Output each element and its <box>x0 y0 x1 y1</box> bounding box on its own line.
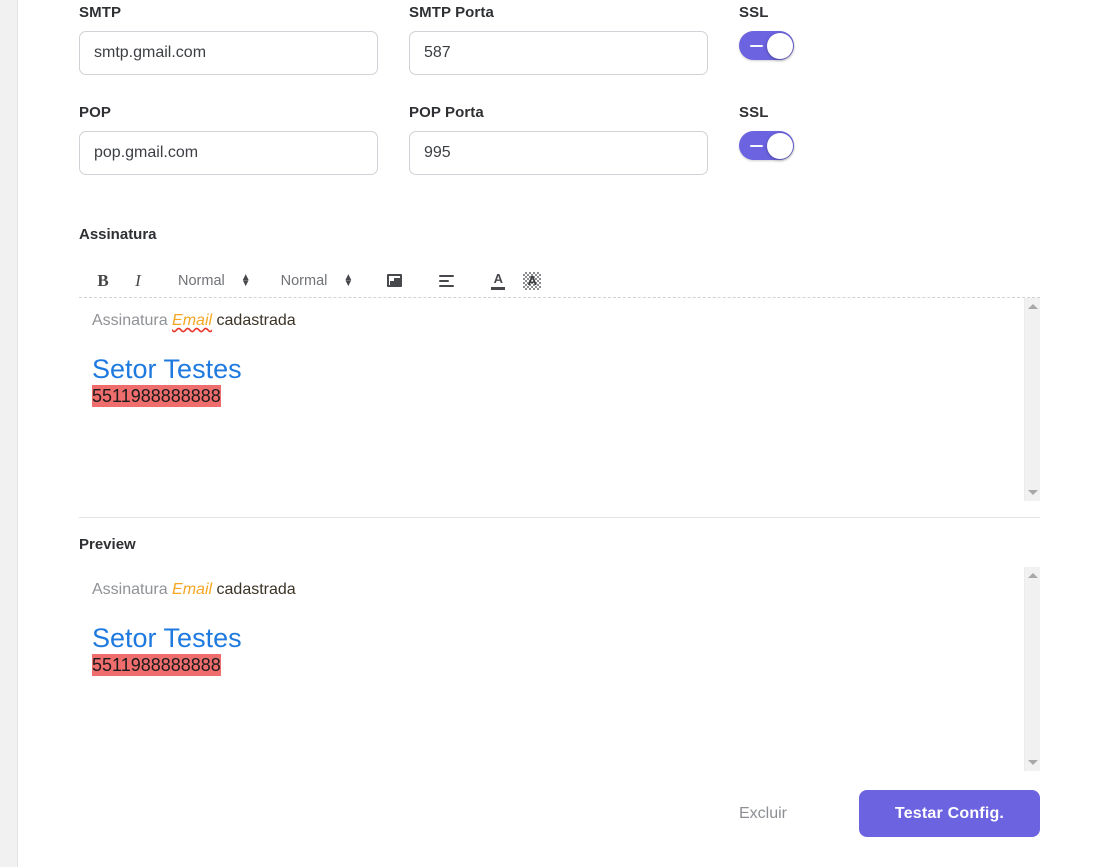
form-footer: Excluir Testar Config. <box>79 790 1040 837</box>
preview-divider <box>79 517 1040 518</box>
chevron-updown-icon: ▲ ▼ <box>240 271 251 289</box>
signature-word-assinatura: Assinatura <box>92 312 168 329</box>
align-icon <box>438 274 454 287</box>
signature-editor-toolbar: B I Normal ▲ ▼ Normal ▲ ▼ A A <box>79 264 1040 298</box>
pop-host-label: POP <box>79 104 111 121</box>
signature-editor: B I Normal ▲ ▼ Normal ▲ ▼ A A Assinatura… <box>79 264 1040 501</box>
font-select-value: Normal <box>280 272 328 289</box>
signature-word-email: Email <box>172 312 213 329</box>
pop-host-field: POP <box>79 104 409 175</box>
smtp-host-label: SMTP <box>79 4 122 21</box>
preview-panel: Assinatura Email cadastrada Setor Testes… <box>79 567 1040 771</box>
pop-ssl-toggle[interactable] <box>739 131 794 160</box>
chevron-updown-icon: ▲ ▼ <box>343 271 354 289</box>
signature-word-cadastrada: cadastrada <box>216 312 296 329</box>
smtp-ssl-field: SSL <box>739 4 859 60</box>
preview-scrollbar[interactable] <box>1024 567 1040 771</box>
scroll-up-arrow-icon[interactable] <box>1027 304 1038 309</box>
pop-port-field: POP Porta <box>409 104 739 175</box>
pop-port-input[interactable] <box>409 131 708 175</box>
size-select[interactable]: Normal ▲ ▼ <box>178 271 251 289</box>
pop-port-label: POP Porta <box>409 104 484 121</box>
preview-word-assinatura: Assinatura <box>92 581 168 598</box>
preview-phone-line: 5511988888888 <box>92 654 1040 676</box>
page-root: SMTP SMTP Porta SSL POP POP P <box>0 0 1120 867</box>
signature-editor-body[interactable]: Assinatura Email cadastrada Setor Testes… <box>79 298 1040 501</box>
text-color-button[interactable]: A <box>487 268 509 294</box>
signature-phone-line: 5511988888888 <box>92 385 1040 407</box>
toggle-dash <box>750 44 763 47</box>
pop-host-input[interactable] <box>79 131 378 175</box>
size-select-value: Normal <box>178 272 225 289</box>
scroll-up-arrow-icon[interactable] <box>1027 573 1038 578</box>
toggle-knob <box>766 132 793 159</box>
insert-image-button[interactable] <box>383 268 405 294</box>
pop-row: POP POP Porta SSL <box>79 104 1040 175</box>
scroll-down-arrow-icon[interactable] <box>1027 490 1038 495</box>
align-button[interactable] <box>435 268 457 294</box>
signature-editor-scrollbar[interactable] <box>1024 298 1040 501</box>
preview-word-email: Email <box>172 581 213 598</box>
preview-phone: 5511988888888 <box>92 654 221 676</box>
smtp-port-field: SMTP Porta <box>409 4 739 75</box>
left-gutter <box>0 0 18 867</box>
preview-line-1: Assinatura Email cadastrada <box>92 579 1040 601</box>
smtp-port-label: SMTP Porta <box>409 4 494 21</box>
pop-ssl-label: SSL <box>739 104 769 121</box>
pop-ssl-field: SSL <box>739 104 859 160</box>
test-config-button[interactable]: Testar Config. <box>859 790 1040 837</box>
settings-content: SMTP SMTP Porta SSL POP POP P <box>79 0 1040 837</box>
smtp-ssl-label: SSL <box>739 4 769 21</box>
scroll-down-arrow-icon[interactable] <box>1027 760 1038 765</box>
smtp-ssl-toggle[interactable] <box>739 31 794 60</box>
preview-body: Assinatura Email cadastrada Setor Testes… <box>79 567 1040 771</box>
smtp-host-input[interactable] <box>79 31 378 75</box>
smtp-port-input[interactable] <box>409 31 708 75</box>
signature-title: Setor Testes <box>92 354 242 384</box>
preview-title: Setor Testes <box>92 623 242 653</box>
smtp-row: SMTP SMTP Porta SSL <box>79 4 1040 75</box>
toggle-dash <box>750 144 763 147</box>
text-color-icon: A <box>491 272 506 290</box>
delete-button[interactable]: Excluir <box>723 795 803 833</box>
signature-phone: 5511988888888 <box>92 385 221 407</box>
background-color-button[interactable]: A <box>521 268 543 294</box>
font-select[interactable]: Normal ▲ ▼ <box>280 271 354 289</box>
preview-section-label: Preview <box>79 536 136 553</box>
image-icon <box>386 274 402 287</box>
italic-button[interactable]: I <box>126 268 148 294</box>
preview-word-cadastrada: cadastrada <box>216 581 296 598</box>
background-color-icon: A <box>523 271 542 290</box>
bold-button[interactable]: B <box>92 268 114 294</box>
signature-section-label: Assinatura <box>79 226 157 243</box>
signature-line-1: Assinatura Email cadastrada <box>92 310 1040 332</box>
smtp-host-field: SMTP <box>79 4 409 75</box>
toggle-knob <box>766 32 793 59</box>
